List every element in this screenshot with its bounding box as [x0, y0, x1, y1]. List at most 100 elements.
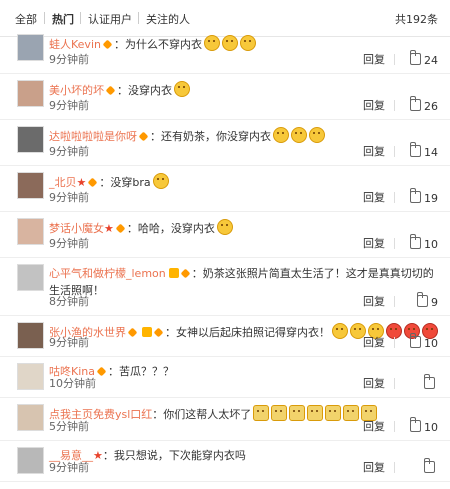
avatar[interactable] — [17, 363, 44, 390]
action-divider — [394, 238, 395, 249]
action-divider — [394, 378, 395, 389]
comment-item: __易意__★：我只想说，下次能穿内衣吗 9分钟前 回复 — [0, 441, 450, 482]
like-count: 26 — [424, 100, 438, 113]
comment-item: 点我主页免费ysl口红：你们这帮人太坏了 5分钟前 回复 10 — [0, 398, 450, 441]
laugh-emoji-icon — [174, 81, 190, 97]
reply-button[interactable]: 回复 — [363, 143, 385, 159]
like-count: 10 — [424, 421, 438, 434]
avatar[interactable] — [17, 218, 44, 245]
member-badge-icon — [96, 366, 107, 377]
comment-item: 咕咚Kina ：苦瓜？？？ 10分钟前 回复 — [0, 357, 450, 398]
comment-item: 蛙人Kevin ：为什么不穿内衣 9分钟前 回复 24 — [0, 28, 450, 74]
comment-item: 美小坏的坏 ：没穿内衣 9分钟前 回复 26 — [0, 74, 450, 120]
reply-button[interactable]: 回复 — [363, 235, 385, 251]
member-badge-icon — [153, 327, 164, 338]
reply-button[interactable]: 回复 — [363, 97, 385, 113]
like-count: 14 — [424, 146, 438, 159]
avatar[interactable] — [17, 404, 44, 431]
username-link[interactable]: _北贝 — [49, 176, 77, 189]
avatar[interactable] — [17, 34, 44, 61]
star-badge-icon: ★ — [76, 176, 87, 189]
like-count: 10 — [424, 337, 438, 350]
thumbs-up-icon — [410, 188, 421, 203]
vip-badge-icon — [168, 268, 179, 278]
laugh-emoji-icon — [309, 127, 325, 143]
like-button[interactable] — [424, 374, 438, 391]
like-count: 9 — [431, 296, 438, 309]
timestamp: 8分钟前 — [49, 295, 89, 308]
timestamp: 9分钟前 — [49, 461, 89, 474]
member-badge-icon — [102, 39, 113, 50]
like-button[interactable]: 14 — [410, 142, 438, 159]
avatar[interactable] — [17, 80, 44, 107]
like-button[interactable]: 10 — [410, 417, 438, 434]
thumbs-up-icon — [410, 50, 421, 65]
laugh-emoji-icon — [152, 173, 169, 189]
comment-text: ：为什么不穿内衣 — [113, 38, 202, 51]
comment-text: ：还有奶茶，你没穿内衣 — [150, 130, 271, 143]
action-divider — [394, 296, 395, 307]
like-button[interactable]: 10 — [410, 234, 438, 251]
vip-badge-icon — [142, 327, 152, 337]
timestamp: 10分钟前 — [49, 377, 96, 390]
avatar[interactable] — [17, 264, 44, 291]
tab-verified[interactable]: 认证用户 — [88, 11, 132, 27]
laugh-emoji-icon — [332, 323, 348, 339]
tab-divider — [44, 12, 45, 24]
username-link[interactable]: 心平气和做柠檬_lemon — [49, 267, 166, 280]
action-divider — [394, 146, 395, 157]
thumbs-up-icon — [424, 374, 435, 389]
reply-button[interactable]: 回复 — [363, 418, 385, 434]
like-button[interactable]: 9 — [417, 292, 438, 309]
action-divider — [394, 54, 395, 65]
thumbs-up-icon — [410, 96, 421, 111]
like-button[interactable] — [424, 458, 438, 475]
laugh-emoji-icon — [221, 35, 238, 51]
reply-button[interactable]: 回复 — [363, 189, 385, 205]
cat-emoji-icon — [289, 405, 306, 421]
action-divider — [394, 100, 395, 111]
action-divider — [394, 192, 395, 203]
comment-text: ：没穿内衣 — [117, 84, 172, 97]
cat-emoji-icon — [271, 405, 288, 421]
avatar[interactable] — [17, 126, 44, 153]
laugh-emoji-icon — [273, 127, 289, 143]
reply-button[interactable]: 回复 — [363, 375, 385, 391]
timestamp: 9分钟前 — [49, 99, 89, 112]
like-button[interactable]: 24 — [410, 50, 438, 67]
action-divider — [394, 337, 395, 348]
tab-divider — [138, 12, 139, 24]
laugh-emoji-icon — [216, 219, 233, 235]
avatar[interactable] — [17, 172, 44, 199]
timestamp: 5分钟前 — [49, 420, 89, 433]
avatar[interactable] — [17, 447, 44, 474]
cat-emoji-icon — [253, 405, 270, 421]
member-badge-icon — [138, 131, 149, 142]
timestamp: 9分钟前 — [49, 191, 89, 204]
tab-divider — [80, 12, 81, 24]
comment-item: 心平气和做柠檬_lemon ：奶茶这张照片简直太生活了！这才是真真切切的生活照啊！… — [0, 258, 450, 316]
reply-button[interactable]: 回复 — [363, 334, 385, 350]
laugh-emoji-icon — [239, 35, 256, 51]
reply-button[interactable]: 回复 — [363, 293, 385, 309]
comment-count: 共192条 — [395, 13, 438, 26]
username-link[interactable]: 美小坏的坏 — [49, 84, 104, 97]
reply-button[interactable]: 回复 — [363, 459, 385, 475]
comment-text: ：苦瓜？？？ — [107, 365, 174, 378]
comment-list: 蛙人Kevin ：为什么不穿内衣 9分钟前 回复 24 美小坏的坏 ：没穿内衣 9分钟前 回复 2… — [0, 28, 450, 482]
tab-all[interactable]: 全部 — [15, 11, 37, 27]
tab-following[interactable]: 关注的人 — [146, 11, 190, 27]
username-link[interactable]: 蛙人Kevin — [49, 38, 101, 51]
avatar[interactable] — [17, 322, 44, 349]
like-button[interactable]: 10 — [410, 333, 438, 350]
like-count: 24 — [424, 54, 438, 67]
comment-text: ：哈哈，没穿内衣 — [126, 222, 215, 235]
like-button[interactable]: 19 — [410, 188, 438, 205]
username-link[interactable]: 梦话小魔女 — [49, 222, 104, 235]
tab-hot[interactable]: 热门 — [52, 11, 74, 27]
comment-text: ：女神以后起床拍照记得穿内衣！ — [165, 326, 330, 339]
like-button[interactable]: 26 — [410, 96, 438, 113]
member-badge-icon — [87, 177, 98, 188]
username-link[interactable]: 达啦啦啦啦是你呀 — [49, 130, 137, 143]
reply-button[interactable]: 回复 — [363, 51, 385, 67]
